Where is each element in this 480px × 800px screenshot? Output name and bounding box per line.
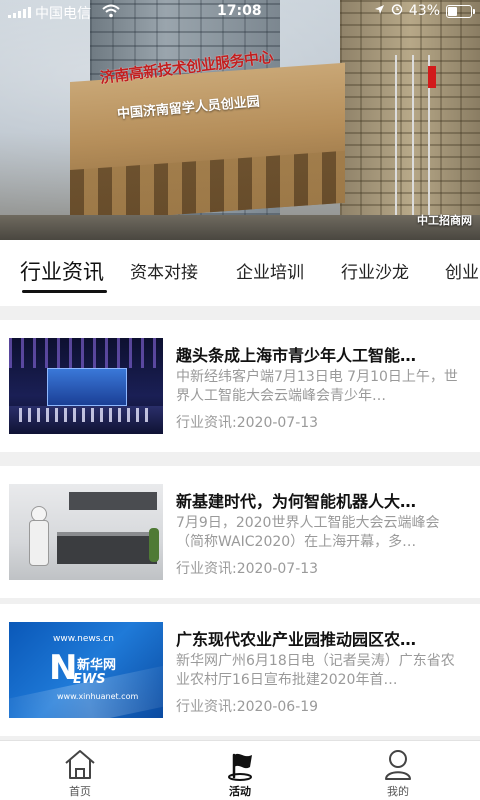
news-thumbnail [9, 338, 163, 434]
nav-mine[interactable]: 我的 [358, 741, 438, 800]
tower-right-windows [340, 0, 480, 230]
flagpole [412, 55, 414, 230]
status-right: 43% [374, 3, 475, 19]
flag-icon [220, 747, 260, 781]
news-title: 趣头条成上海市青少年人工智能… [176, 346, 417, 365]
stage-screen [47, 368, 127, 406]
wifi-icon [102, 4, 120, 22]
thumb-url-top: www.news.cn [53, 634, 114, 644]
tab-industry-news[interactable]: 行业资讯 [20, 256, 104, 286]
news-thumbnail: www.news.cn N 新华网 EWS www.xinhuanet.com [9, 622, 163, 718]
news-summary: 7月9日，2020世界人工智能大会云端峰会（简称WAIC2020）在上海开幕，多… [176, 515, 440, 550]
battery-icon [446, 4, 475, 18]
hero-banner[interactable]: 济南高新技术创业服务中心 中国济南留学人员创业园 中工招商网 [0, 0, 480, 240]
carrier-name: 中国电信 [35, 6, 91, 22]
news-thumbnail [9, 484, 163, 580]
news-meta: 行业资讯:2020-06-19 [176, 699, 319, 715]
xinhua-logo-cn: 新华网 [77, 658, 117, 673]
home-icon [60, 747, 100, 781]
news-meta: 行业资讯:2020-07-13 [176, 415, 319, 431]
nav-mine-label: 我的 [387, 785, 409, 798]
news-summary: 新华网广州6月18日电（记者吴涛）广东省农业农村厅16日宣布批建2020年首… [176, 653, 455, 688]
location-icon [374, 3, 385, 19]
upper-cabinet [69, 492, 157, 510]
battery-fill [448, 6, 457, 16]
news-title: 新基建时代，为何智能机器人大… [176, 492, 417, 511]
plant [149, 528, 159, 562]
red-flag [428, 66, 436, 88]
battery-percent: 43% [408, 3, 440, 19]
tab-capital-matching[interactable]: 资本对接 [130, 258, 198, 283]
news-item[interactable]: 趣头条成上海市青少年人工智能… 中新经纬客户端7月13日电 7月10日上午，世界… [0, 320, 480, 452]
nav-activity-label: 活动 [229, 785, 251, 798]
ground [0, 215, 480, 240]
thumb-url-bottom: www.xinhuanet.com [57, 692, 139, 701]
watermark-logo: 中工招商网 [417, 214, 472, 227]
tower-right [340, 0, 480, 230]
flagpole [395, 55, 397, 230]
robot-body [29, 520, 49, 566]
news-summary: 中新经纬客户端7月13日电 7月10日上午，世界人工智能大会云端峰会青少年… [176, 369, 458, 404]
bottom-nav: 首页 活动 我的 [0, 740, 480, 800]
nav-home[interactable]: 首页 [40, 741, 120, 800]
category-tabs: 行业资讯 资本对接 企业培训 行业沙龙 创业 [0, 240, 480, 306]
alarm-icon [391, 3, 403, 19]
news-title: 广东现代农业产业园推动园区农… [176, 630, 417, 649]
tab-enterprise-training[interactable]: 企业培训 [236, 258, 304, 283]
signal-icon [8, 7, 31, 18]
news-meta: 行业资讯:2020-07-13 [176, 561, 319, 577]
stage-performers [19, 408, 153, 422]
news-item[interactable]: www.news.cn N 新华网 EWS www.xinhuanet.com … [0, 604, 480, 736]
tab-startup[interactable]: 创业 [445, 258, 479, 283]
tab-active-indicator [22, 290, 107, 293]
user-icon [378, 747, 418, 781]
tab-industry-salon[interactable]: 行业沙龙 [341, 258, 409, 283]
nav-activity[interactable]: 活动 [200, 741, 280, 800]
stage-lights [9, 338, 163, 368]
app-screen: 济南高新技术创业服务中心 中国济南留学人员创业园 中工招商网 中国电信 17:0… [0, 0, 480, 800]
nav-home-label: 首页 [69, 785, 91, 798]
kitchen-cabinet [57, 536, 157, 564]
news-item[interactable]: 新基建时代，为何智能机器人大… 7月9日，2020世界人工智能大会云端峰会（简称… [0, 466, 480, 598]
clock: 17:08 [217, 3, 262, 19]
xinhua-logo-ews: EWS [73, 672, 106, 687]
status-bar: 中国电信 17:08 43% [0, 0, 480, 24]
